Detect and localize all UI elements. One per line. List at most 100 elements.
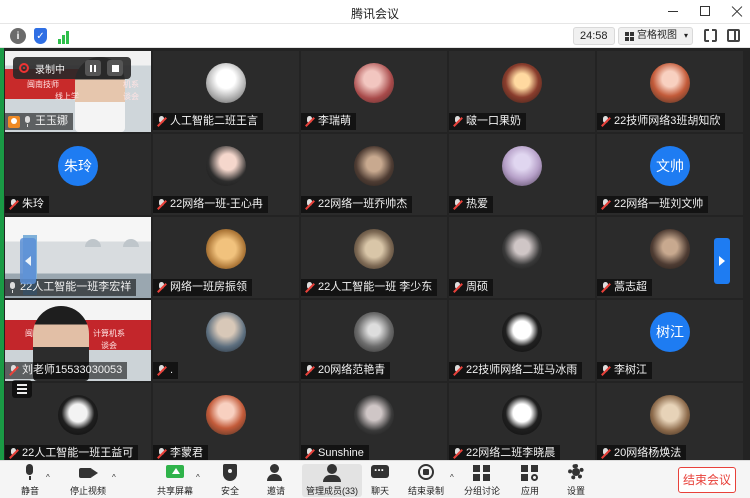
share-options-chevron[interactable]: ^ [196, 473, 200, 482]
participant-name-bar: 22技师网络二班马冰雨 [449, 362, 583, 379]
chat-button[interactable]: 聊天 [370, 460, 390, 497]
participant-tile[interactable]: 22网络一班乔帅杰 [301, 134, 447, 215]
prev-page-arrow[interactable] [20, 238, 36, 284]
meeting-window: 腾讯会议 i ✓ 24:58 宫格视图 ▾ 闽南技师 机系 线上学 谈会 录制中 王玉娜人… [0, 0, 750, 498]
participant-name: 热爱 [466, 198, 488, 210]
avatar [354, 229, 394, 269]
microphone-muted-icon [156, 116, 167, 127]
end-recording-button[interactable]: 结束录制 [408, 464, 444, 497]
avatar: 树江 [650, 312, 690, 352]
manage-members-button[interactable]: 管理成员(33) [302, 464, 363, 497]
participant-tile[interactable]: 22技师网络二班马冰雨 [449, 300, 595, 381]
participant-tile[interactable]: 闽南技师 机系 线上学 谈会 录制中 王玉娜 [5, 51, 151, 132]
pause-recording-button[interactable] [85, 60, 101, 76]
participant-name-bar: 蒿志超 [597, 279, 652, 296]
sidebar-toggle-icon[interactable] [727, 29, 740, 42]
microphone-muted-icon [156, 199, 167, 210]
participant-tile[interactable]: 李蒙君 [153, 383, 299, 464]
participant-tile[interactable]: 22技师网络3班胡知欣 [597, 51, 743, 132]
participant-name: 蒿志超 [614, 281, 647, 293]
stop-video-button[interactable]: 停止视频 [70, 464, 106, 497]
microphone-muted-icon [156, 365, 167, 376]
avatar [206, 229, 246, 269]
recording-options-chevron[interactable]: ^ [450, 473, 454, 482]
avatar [58, 395, 98, 435]
participant-tile[interactable]: 李瑞萌 [301, 51, 447, 132]
avatar [206, 63, 246, 103]
participant-name: 李瑞萌 [318, 115, 351, 127]
participant-name: 啵一口果奶 [466, 115, 521, 127]
participant-name-bar: . [153, 362, 179, 379]
participant-tile[interactable]: 22人工智能一班 李少东 [301, 217, 447, 298]
invite-icon [266, 464, 286, 482]
video-options-chevron[interactable]: ^ [112, 473, 116, 482]
mute-button[interactable]: 静音 [20, 464, 40, 497]
participant-tile[interactable]: 文帅 22网络一班刘文帅 [597, 134, 743, 215]
signal-icon[interactable] [55, 28, 71, 44]
next-page-arrow[interactable] [714, 238, 730, 284]
participant-tile[interactable]: 树江 李树江 [597, 300, 743, 381]
participant-tile[interactable]: 啵一口果奶 [449, 51, 595, 132]
ceiling-lamp [85, 239, 101, 247]
share-screen-button[interactable]: 共享屏幕 [157, 464, 193, 497]
stop-recording-button[interactable] [107, 60, 123, 76]
avatar [650, 229, 690, 269]
invite-button[interactable]: 邀请 [266, 464, 286, 497]
end-meeting-button[interactable]: 结束会议 [678, 467, 736, 493]
participant-tile[interactable]: 22网络一班-王心冉 [153, 134, 299, 215]
microphone-muted-icon [452, 448, 463, 459]
banner-text: 谈会 [123, 92, 139, 101]
participant-name: 22网络一班乔帅杰 [318, 198, 408, 210]
participant-tile[interactable]: Sunshine [301, 383, 447, 464]
settings-button[interactable]: 设置 [566, 464, 586, 497]
apps-label: 应用 [520, 486, 539, 496]
participant-name-bar: 22技师网络3班胡知欣 [597, 113, 726, 130]
info-icon[interactable]: i [10, 28, 26, 44]
microphone-icon [23, 116, 32, 127]
participant-tile[interactable]: 20网络杨焕法 [597, 383, 743, 464]
minimize-icon[interactable] [666, 4, 680, 18]
participant-tile[interactable]: 朱玲 朱玲 [5, 134, 151, 215]
mute-options-chevron[interactable]: ^ [46, 473, 50, 482]
microphone-muted-icon [600, 365, 611, 376]
participant-name-bar: 20网络范艳青 [301, 362, 391, 379]
participant-tile[interactable]: 网络一班房振领 [153, 217, 299, 298]
view-mode-select[interactable]: 宫格视图 ▾ [618, 27, 693, 45]
shield-icon[interactable]: ✓ [34, 28, 47, 44]
avatar [206, 395, 246, 435]
security-icon [220, 464, 240, 482]
security-label: 安全 [220, 486, 239, 496]
participant-tile[interactable]: 人工智能二班王言 [153, 51, 299, 132]
maximize-icon[interactable] [698, 4, 712, 18]
participant-tile[interactable]: 22网络二班李晓晨 [449, 383, 595, 464]
window-controls [666, 4, 744, 18]
avatar [650, 395, 690, 435]
security-button[interactable]: 安全 [220, 464, 240, 497]
meeting-info-bar: i ✓ 24:58 宫格视图 ▾ [0, 24, 750, 48]
chat-icon [370, 460, 390, 482]
microphone-muted-icon [600, 282, 611, 293]
participant-name: . [170, 364, 174, 376]
close-icon[interactable] [730, 4, 744, 18]
participant-name-bar: 李瑞萌 [301, 113, 356, 130]
fullscreen-icon[interactable] [704, 28, 717, 43]
chevron-down-icon: ▾ [683, 31, 688, 40]
avatar [206, 312, 246, 352]
participant-tile[interactable]: 闽南计算机系谈会刘老师15533030053 [5, 300, 151, 381]
apps-button[interactable]: 应用 [520, 464, 540, 497]
view-mode-label: 宫格视图 [637, 30, 677, 41]
avatar [502, 229, 542, 269]
participant-tile[interactable]: 20网络范艳青 [301, 300, 447, 381]
host-icon [8, 115, 20, 128]
participant-tile[interactable]: 热爱 [449, 134, 595, 215]
participant-tile[interactable]: 周硕 [449, 217, 595, 298]
participant-tile[interactable]: . [153, 300, 299, 381]
breakout-rooms-button[interactable]: 分组讨论 [464, 464, 500, 497]
microphone-muted-icon [8, 365, 19, 376]
microphone-muted-icon [600, 448, 611, 459]
avatar [206, 146, 246, 186]
member-list-icon[interactable] [12, 380, 32, 398]
bottom-toolbar: 静音 ^ 停止视频 ^ 共享屏幕 ^ 安全 邀请 管理成员(33) 聊天 [0, 460, 750, 498]
participant-name: 22网络一班刘文帅 [614, 198, 704, 210]
participant-name: 刘老师15533030053 [22, 364, 123, 376]
